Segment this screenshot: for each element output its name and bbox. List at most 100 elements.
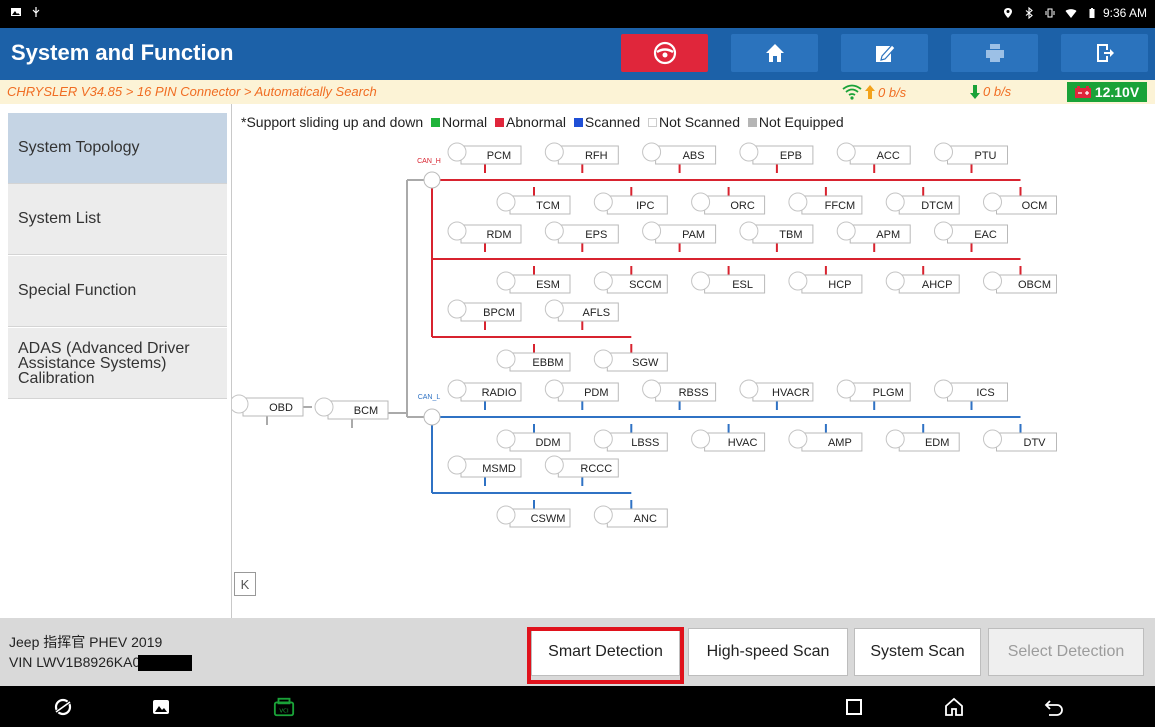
module-node[interactable]: MSMD xyxy=(447,455,522,486)
module-label: EBBM xyxy=(532,357,563,369)
home-button[interactable] xyxy=(731,34,818,72)
module-node[interactable]: HVACR xyxy=(739,379,814,410)
module-node[interactable]: IPC xyxy=(593,187,668,215)
module-node[interactable]: OBD xyxy=(232,394,304,425)
topology-panel[interactable]: PCM RFH ABS EPB ACC PTU TCM IPC ORC FFCM DTCM OCM RD… xyxy=(232,104,1155,618)
module-status-dot xyxy=(496,349,516,369)
module-label: PCM xyxy=(487,150,511,162)
module-node[interactable]: PCM xyxy=(447,142,522,173)
module-node[interactable]: SCCM xyxy=(593,266,668,294)
home-outline-icon xyxy=(945,697,963,716)
module-node[interactable]: EAC xyxy=(934,221,1008,252)
module-status-dot xyxy=(496,192,516,212)
module-node[interactable]: BPCM xyxy=(447,299,522,330)
module-node[interactable]: RFH xyxy=(544,142,619,173)
select-detection-button[interactable]: Select Detection xyxy=(988,628,1144,676)
print-button[interactable] xyxy=(951,34,1038,72)
module-node[interactable]: PDM xyxy=(544,379,619,410)
module-node[interactable]: DDM xyxy=(496,424,571,452)
module-node[interactable]: RDM xyxy=(447,221,522,252)
module-node[interactable]: PAM xyxy=(642,221,717,252)
module-node[interactable]: DTV xyxy=(983,424,1057,452)
module-label: ESL xyxy=(732,279,753,291)
vci-status-button[interactable]: VCI xyxy=(273,696,295,718)
report-button[interactable] xyxy=(841,34,928,72)
module-node[interactable]: PTU xyxy=(934,142,1008,173)
module-node[interactable]: RBSS xyxy=(642,379,717,410)
module-node[interactable]: HVAC xyxy=(691,424,766,452)
exit-button[interactable] xyxy=(1061,34,1148,72)
module-node[interactable]: EDM xyxy=(885,424,960,452)
module-node[interactable]: EBBM xyxy=(496,344,571,372)
browser-button[interactable] xyxy=(52,696,74,718)
module-status-dot xyxy=(447,299,467,319)
menu-adas-calibration[interactable]: ADAS (Advanced Driver Assistance Systems… xyxy=(8,328,227,399)
module-status-dot xyxy=(642,142,662,162)
module-node[interactable]: ORC xyxy=(691,187,766,215)
module-label: SCCM xyxy=(629,279,661,291)
module-node[interactable]: HCP xyxy=(788,266,863,294)
module-status-dot xyxy=(885,192,905,212)
module-node[interactable]: TBM xyxy=(739,221,814,252)
vci-button[interactable] xyxy=(621,34,708,72)
gallery-button[interactable] xyxy=(150,696,172,718)
module-node[interactable]: OBCM xyxy=(983,266,1057,294)
module-node[interactable]: EPB xyxy=(739,142,814,173)
module-node[interactable]: RCCC xyxy=(544,455,619,486)
module-label: RBSS xyxy=(679,387,709,399)
module-label: OBCM xyxy=(1018,279,1051,291)
vin-redaction xyxy=(138,655,193,672)
module-node[interactable]: ANC xyxy=(593,500,668,528)
menu-special-function[interactable]: Special Function xyxy=(8,256,227,327)
module-node[interactable]: BCM xyxy=(314,397,389,428)
module-node[interactable]: RADIO xyxy=(447,379,522,410)
vehicle-model: Jeep 指挥官 PHEV 2019 xyxy=(9,634,163,650)
module-node[interactable]: PLGM xyxy=(836,379,911,410)
topology-legend: *Support sliding up and down Normal Abno… xyxy=(241,114,844,130)
module-status-dot xyxy=(544,142,564,162)
module-node[interactable]: ACC xyxy=(836,142,911,173)
high-speed-scan-button[interactable]: High-speed Scan xyxy=(688,628,848,676)
module-node[interactable]: AHCP xyxy=(885,266,960,294)
module-node[interactable]: CSWM xyxy=(496,500,571,528)
menu-system-topology[interactable]: System Topology xyxy=(8,113,227,184)
module-label: OBD xyxy=(269,402,293,414)
menu-system-list[interactable]: System List xyxy=(8,184,227,255)
module-node[interactable]: SGW xyxy=(593,344,668,372)
bluetooth-icon xyxy=(1025,7,1033,19)
module-status-dot xyxy=(232,394,249,414)
module-node[interactable]: ABS xyxy=(642,142,717,173)
topology-diagram[interactable]: PCM RFH ABS EPB ACC PTU TCM IPC ORC FFCM DTCM OCM RD… xyxy=(232,104,1155,618)
module-status-dot xyxy=(691,429,711,449)
module-status-dot xyxy=(739,379,759,399)
module-node[interactable]: AFLS xyxy=(544,299,619,330)
collapse-menu-button[interactable]: K xyxy=(234,572,256,596)
wifi-icon xyxy=(1065,9,1077,18)
module-node[interactable]: EPS xyxy=(544,221,619,252)
module-node[interactable]: ESM xyxy=(496,266,571,294)
module-node[interactable]: APM xyxy=(836,221,911,252)
home-nav-button[interactable] xyxy=(943,696,965,718)
recents-button[interactable] xyxy=(843,696,865,718)
module-label: PTU xyxy=(975,150,997,162)
module-node[interactable]: OCM xyxy=(983,187,1057,215)
module-status-dot xyxy=(593,505,613,525)
module-status-dot xyxy=(836,142,856,162)
back-button[interactable] xyxy=(1043,696,1065,718)
system-scan-button[interactable]: System Scan xyxy=(854,628,981,676)
module-label: HVACR xyxy=(772,387,810,399)
legend-swatch xyxy=(747,118,757,128)
gallery-notification-icon xyxy=(11,8,21,16)
module-node[interactable]: ESL xyxy=(691,266,766,294)
bus-label: CAN_H xyxy=(417,158,441,165)
module-node[interactable]: FFCM xyxy=(788,187,863,215)
edit-note-icon xyxy=(875,44,896,62)
module-label: IPC xyxy=(636,200,654,212)
module-node[interactable]: ICS xyxy=(934,379,1008,410)
module-node[interactable]: DTCM xyxy=(885,187,960,215)
module-label: PLGM xyxy=(873,387,904,399)
module-node[interactable]: AMP xyxy=(788,424,863,452)
module-node[interactable]: TCM xyxy=(496,187,571,215)
module-status-dot xyxy=(544,379,564,399)
module-node[interactable]: LBSS xyxy=(593,424,668,452)
